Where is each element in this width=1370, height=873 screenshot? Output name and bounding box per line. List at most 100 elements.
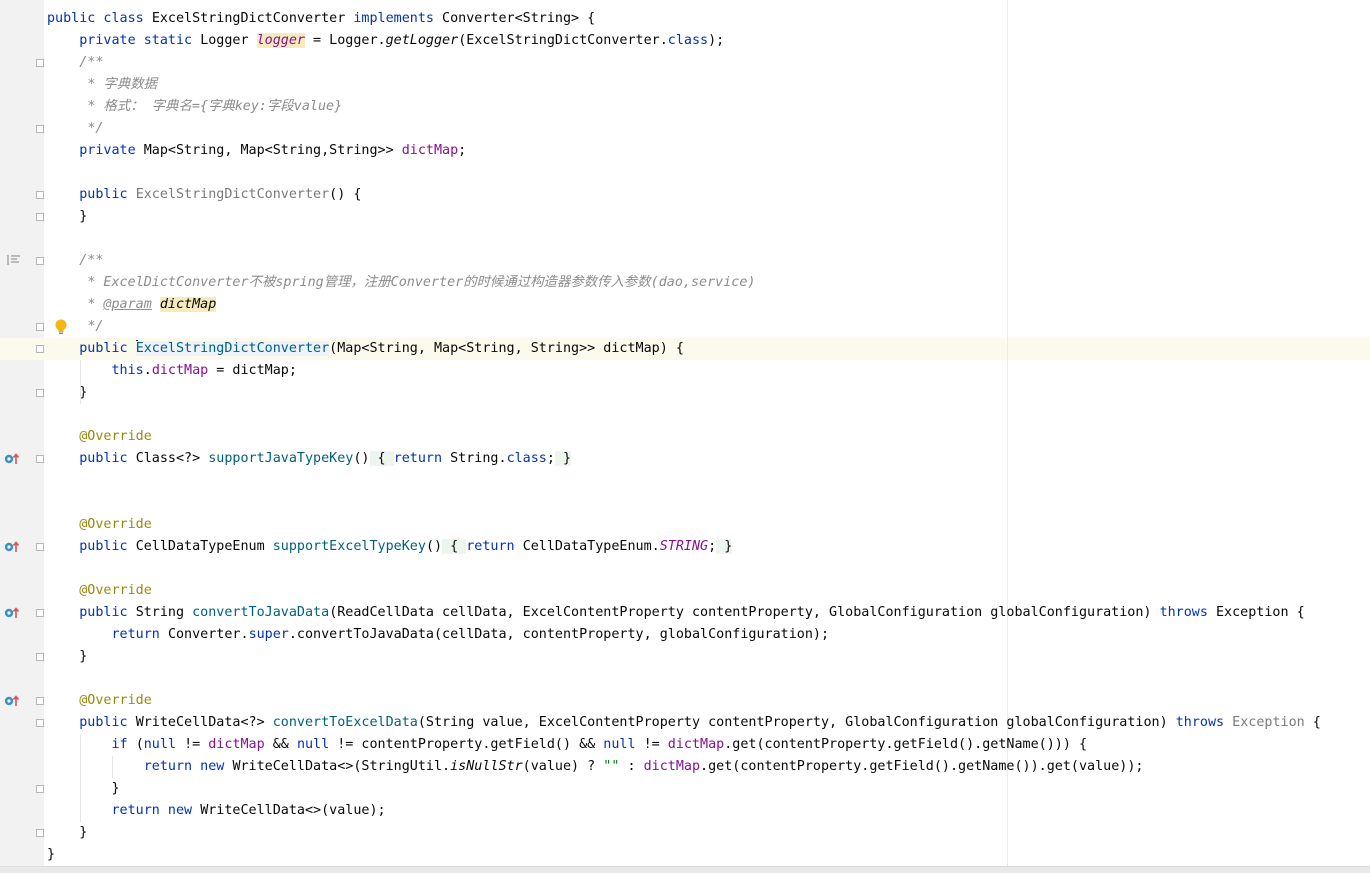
code-line[interactable]: /** [47,52,103,74]
fold-marker-icon[interactable] [36,345,44,353]
fold-marker-icon[interactable] [36,543,44,551]
code-line[interactable]: */ [47,118,103,140]
code-line[interactable]: } [47,206,87,228]
implements-method-icon[interactable] [4,541,20,553]
code-token: ; [546,451,555,466]
code-line[interactable]: public class ExcelStringDictConverter im… [47,8,595,30]
fold-marker-icon[interactable] [36,697,44,705]
code-line[interactable]: public CellDataTypeEnum supportExcelType… [47,536,733,558]
code-token: dictMap [667,737,725,752]
code-token: dictMap [401,143,459,158]
code-line[interactable]: } [47,778,120,800]
code-line[interactable]: public ExcelStringDictConverter() { [47,184,361,206]
code-token: } [47,781,120,796]
code-line[interactable]: } [47,844,55,866]
code-token: . [143,363,152,378]
code-line[interactable]: private static Logger logger = Logger.ge… [47,30,724,52]
code-token: null [143,737,185,752]
code-token: WriteCellData<?> [135,715,273,730]
code-line[interactable]: } [47,822,87,844]
code-line[interactable]: public ExcelStringDictConverter(Map<Stri… [47,338,684,360]
code-line[interactable]: * @param dictMap [47,294,217,316]
code-token: CellDataTypeEnum [135,539,273,554]
render-doc-icon[interactable] [7,253,21,267]
fold-marker-icon[interactable] [36,609,44,617]
code-line[interactable]: private Map<String, Map<String,String>> … [47,140,466,162]
code-line[interactable]: public Class<?> supportJavaTypeKey() { r… [47,448,572,470]
implements-method-icon[interactable] [4,453,20,465]
fold-marker-icon[interactable] [36,829,44,837]
fold-marker-icon[interactable] [36,125,44,133]
fold-marker-icon[interactable] [36,257,44,265]
code-token: ExcelStringDictConverter [135,341,330,356]
code-token: throws [1159,605,1216,620]
code-token: () [425,539,443,554]
code-line[interactable]: public String convertToJavaData(ReadCell… [47,602,1304,624]
fold-marker-icon[interactable] [36,59,44,67]
code-token: (ExcelStringDictConverter. [458,33,668,48]
fold-marker-icon[interactable] [36,785,44,793]
code-line[interactable]: return new WriteCellData<>(StringUtil.is… [47,756,1144,778]
fold-marker-icon[interactable] [36,719,44,727]
fold-marker-icon[interactable] [36,213,44,221]
code-token: Logger [200,33,257,48]
code-token: * ExcelDictConverter不被spring管理，注册Convert… [87,275,756,290]
code-token: ); [708,33,725,48]
code-line[interactable]: * ExcelDictConverter不被spring管理，注册Convert… [47,272,755,294]
code-token: WriteCellData<>(StringUtil. [232,759,451,774]
code-token: Converter<String> { [442,11,596,26]
code-line[interactable]: return new WriteCellData<>(value); [47,800,386,822]
code-token: ExcelStringDictConverter [151,11,354,26]
code-token: () [353,451,370,466]
code-token: supportJavaTypeKey [208,451,354,466]
code-line[interactable]: this.dictMap = dictMap; [47,360,297,382]
code-line[interactable]: @Override [47,514,152,536]
code-line[interactable]: } [47,382,87,404]
code-token: public [79,539,136,554]
code-token: null [603,737,644,752]
code-token: private static [79,33,201,48]
code-token: ; [708,539,717,554]
code-token: public [79,341,136,356]
code-token: = Logger. [305,33,386,48]
fold-marker-icon[interactable] [36,191,44,199]
code-token: */ [87,319,104,334]
fold-marker-icon[interactable] [36,455,44,463]
code-token: @Override [79,429,152,444]
code-token: @Override [79,693,152,708]
code-line[interactable]: /** [47,250,103,272]
code-token: } [716,539,733,554]
code-line[interactable]: @Override [47,580,152,602]
code-token: (String value, ExcelContentProperty cont… [417,715,1176,730]
fold-marker-icon[interactable] [36,323,44,331]
code-line[interactable]: public WriteCellData<?> convertToExcelDa… [47,712,1321,734]
code-token: class [667,33,709,48]
code-line[interactable]: @Override [47,690,152,712]
code-line[interactable]: * 字典数据 [47,74,157,96]
code-line[interactable]: return Converter.super.convertToJavaData… [47,624,830,646]
intention-bulb-icon[interactable] [54,319,68,335]
implements-method-icon[interactable] [4,695,20,707]
code-line[interactable]: } [47,646,87,668]
code-token: implements [353,11,443,26]
fold-marker-icon[interactable] [36,653,44,661]
code-line[interactable]: * 格式： 字典名={字典key:字段value} [47,96,342,118]
code-token: @param [103,297,152,312]
code-token: public [79,187,136,202]
indent-guide [80,734,81,822]
code-token: ExcelStringDictConverter [135,187,330,202]
code-token: } [47,649,88,664]
implements-method-icon[interactable] [4,607,20,619]
fold-marker-icon[interactable] [36,389,44,397]
code-line[interactable]: @Override [47,426,152,448]
code-line[interactable]: if (null != dictMap && null != contentPr… [47,734,1088,756]
